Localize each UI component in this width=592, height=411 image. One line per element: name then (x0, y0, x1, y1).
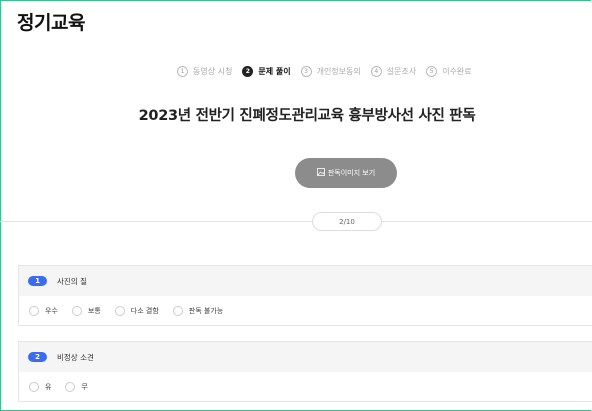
step-number: 5 (426, 66, 438, 77)
option-no[interactable]: 무 (65, 381, 88, 392)
question-header: 2 비정상 소견 (19, 342, 592, 372)
question-card: 1 사진의 질 우수 보통 다소 결함 판독 불가능 (18, 265, 592, 326)
step-label: 이수완료 (442, 67, 472, 76)
option-excellent[interactable]: 우수 (29, 305, 58, 316)
image-icon (316, 168, 325, 178)
radio-button[interactable] (65, 381, 76, 392)
step-number: 2 (242, 66, 254, 77)
page-title: 정기교육 (17, 12, 85, 34)
question-options: 우수 보통 다소 결함 판독 불가능 (19, 296, 592, 325)
divider-left (0, 221, 312, 222)
step-privacy: 3 개인정보동의 (300, 66, 361, 77)
radio-button[interactable] (172, 305, 183, 316)
step-video: 1 동영상 시청 (177, 66, 232, 77)
exam-title: 2023년 전반기 진폐정도관리교육 흉부방사선 사진 판독 (138, 108, 476, 124)
question-number-badge: 1 (28, 276, 47, 286)
option-yes[interactable]: 유 (29, 381, 51, 392)
option-unreadable[interactable]: 판독 불가능 (172, 305, 223, 316)
question-header: 1 사진의 질 (19, 266, 592, 296)
question-label: 사진의 질 (57, 276, 87, 286)
view-image-label: 판독이미지 보기 (327, 169, 376, 177)
option-some-defect[interactable]: 다소 결함 (114, 305, 159, 316)
progress-steps: 1 동영상 시청 2 문제 풀이 3 개인정보동의 4 설문조사 5 이수완료 (177, 66, 482, 77)
radio-button[interactable] (29, 381, 39, 392)
step-quiz: 2 문제 풀이 (242, 66, 291, 77)
radio-button[interactable] (29, 305, 39, 316)
question-label: 비정상 소견 (57, 352, 94, 362)
step-number: 1 (177, 66, 188, 77)
step-complete: 5 이수완료 (426, 66, 472, 77)
step-label: 설문조사 (386, 67, 417, 76)
question-number-badge: 2 (28, 352, 47, 362)
radio-button[interactable] (114, 305, 125, 316)
question-options: 유 무 (19, 372, 592, 401)
question-card: 2 비정상 소견 유 무 (18, 341, 592, 402)
option-normal[interactable]: 보통 (71, 305, 101, 316)
radio-button[interactable] (71, 305, 82, 316)
divider-right (382, 221, 592, 222)
step-survey: 4 설문조사 (370, 66, 417, 77)
step-label: 문제 풀이 (258, 67, 291, 76)
step-label: 동영상 시청 (193, 67, 233, 76)
step-label: 개인정보동의 (316, 67, 361, 76)
step-number: 3 (300, 66, 312, 77)
page-indicator: 2/10 (312, 212, 382, 231)
view-image-button[interactable]: 판독이미지 보기 (295, 158, 397, 188)
step-number: 4 (370, 66, 382, 77)
